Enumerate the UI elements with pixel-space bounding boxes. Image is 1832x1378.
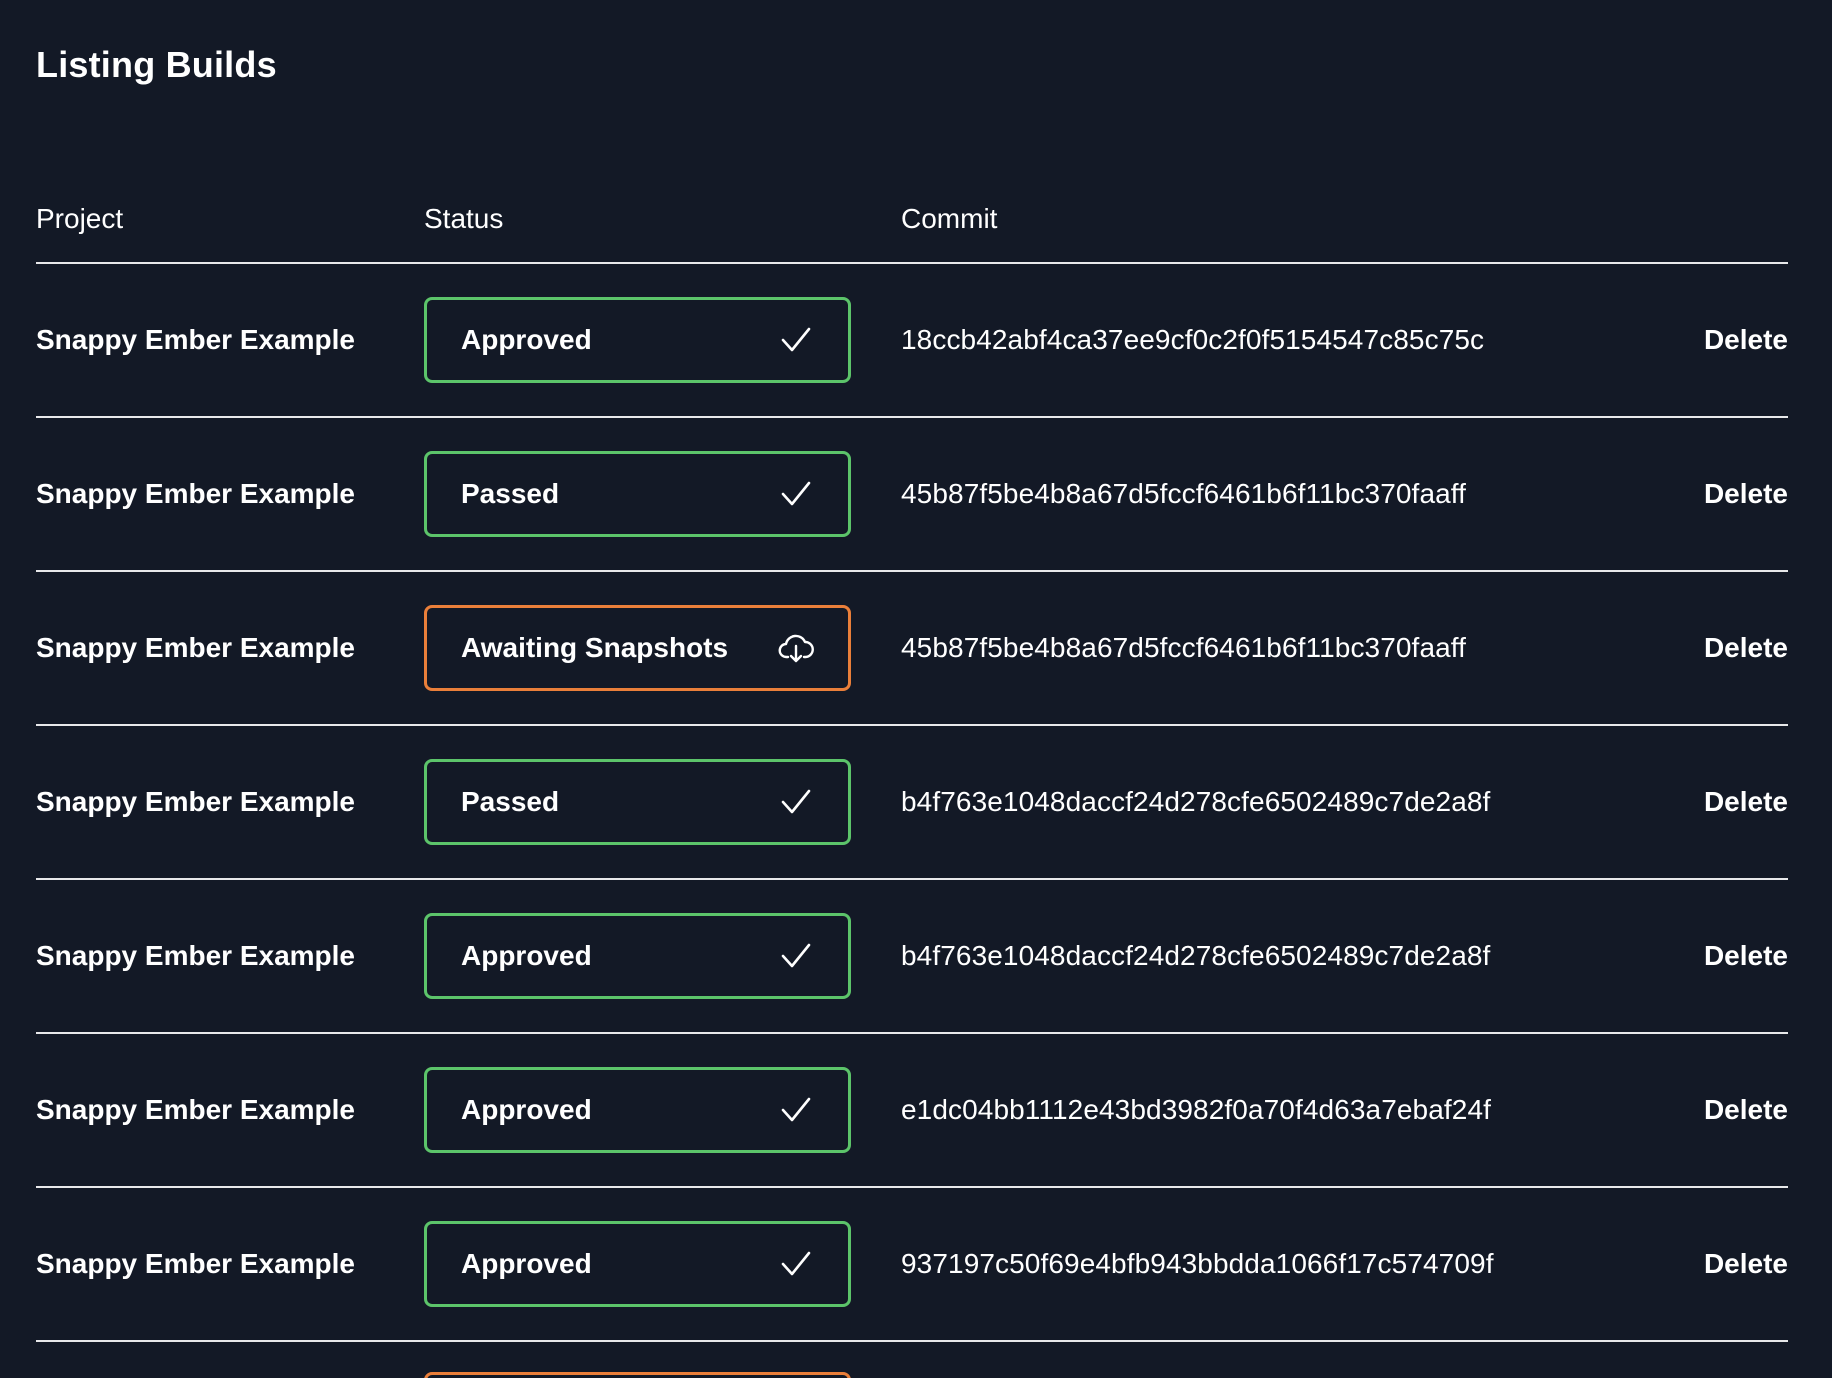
status-badge[interactable]: Awaiting Snapshots — [424, 605, 851, 691]
table-row: Snappy Ember Example Awaiting Snapshots … — [36, 572, 1788, 726]
project-name[interactable]: Snappy Ember Example — [36, 940, 355, 971]
table-row: Snappy Ember Example Passed 45b87f5be4b8… — [36, 418, 1788, 572]
status-label: Approved — [461, 940, 592, 971]
delete-button[interactable]: Delete — [1704, 324, 1788, 356]
project-name[interactable]: Snappy Ember Example — [36, 786, 355, 817]
status-label: Approved — [461, 1094, 592, 1125]
check-icon — [781, 1097, 811, 1122]
project-name[interactable]: Snappy Ember Example — [36, 1094, 355, 1125]
commit-hash[interactable]: 937197c50f69e4bfb943bbdda1066f17c574709f — [901, 1248, 1494, 1279]
table-row: Snappy Ember Example Approved 18ccb42abf… — [36, 264, 1788, 418]
delete-button[interactable]: Delete — [1704, 632, 1788, 664]
status-label: Approved — [461, 1248, 592, 1279]
table-row: Snappy Ember Example Approved b4f763e104… — [36, 880, 1788, 1034]
project-name[interactable]: Snappy Ember Example — [36, 632, 355, 663]
status-label: Passed — [461, 478, 560, 509]
commit-hash[interactable]: e1dc04bb1112e43bd3982f0a70f4d63a7ebaf24f — [901, 1094, 1491, 1125]
check-icon — [781, 789, 811, 814]
table-row: Snappy Ember Example Approved 937197c50f… — [36, 1188, 1788, 1342]
project-name[interactable]: Snappy Ember Example — [36, 1248, 355, 1279]
commit-hash[interactable]: b4f763e1048daccf24d278cfe6502489c7de2a8f — [901, 786, 1490, 817]
delete-button[interactable]: Delete — [1704, 1094, 1788, 1126]
builds-page: Listing Builds Project Status Commit Sna… — [0, 0, 1832, 1378]
project-name[interactable]: Snappy Ember Example — [36, 478, 355, 509]
status-badge[interactable]: Approved — [424, 1067, 851, 1153]
page-title: Listing Builds — [36, 44, 277, 85]
status-label: Awaiting Snapshots — [461, 632, 729, 663]
commit-hash[interactable]: 45b87f5be4b8a67d5fccf6461b6f11bc370faaff — [901, 632, 1466, 663]
header-status: Status — [424, 203, 504, 234]
commit-hash[interactable]: b4f763e1048daccf24d278cfe6502489c7de2a8f — [901, 940, 1490, 971]
status-badge[interactable]: Approved — [424, 1221, 851, 1307]
cloud-download-icon — [778, 634, 814, 663]
delete-button[interactable]: Delete — [1704, 1248, 1788, 1280]
status-badge[interactable]: Approved — [424, 297, 851, 383]
table-row-partial — [36, 1342, 1788, 1378]
check-icon — [781, 481, 811, 506]
table-body: Snappy Ember Example Approved 18ccb42abf… — [36, 264, 1788, 1378]
project-name[interactable]: Snappy Ember Example — [36, 324, 355, 355]
status-badge-partial[interactable] — [424, 1372, 851, 1378]
delete-button[interactable]: Delete — [1704, 786, 1788, 818]
header-commit: Commit — [901, 203, 998, 234]
status-label: Passed — [461, 786, 560, 817]
status-badge[interactable]: Approved — [424, 913, 851, 999]
status-label: Approved — [461, 324, 592, 355]
delete-button[interactable]: Delete — [1704, 940, 1788, 972]
table-header: Project Status Commit — [36, 176, 1788, 264]
status-badge[interactable]: Passed — [424, 759, 851, 845]
builds-table: Project Status Commit Snappy Ember Examp… — [36, 176, 1788, 1378]
header-project: Project — [36, 203, 124, 234]
check-icon — [781, 1251, 811, 1276]
status-badge[interactable]: Passed — [424, 451, 851, 537]
delete-button[interactable]: Delete — [1704, 478, 1788, 510]
commit-hash[interactable]: 18ccb42abf4ca37ee9cf0c2f0f5154547c85c75c — [901, 324, 1484, 355]
check-icon — [781, 327, 811, 352]
commit-hash[interactable]: 45b87f5be4b8a67d5fccf6461b6f11bc370faaff — [901, 478, 1466, 509]
table-row: Snappy Ember Example Approved e1dc04bb11… — [36, 1034, 1788, 1188]
table-row: Snappy Ember Example Passed b4f763e1048d… — [36, 726, 1788, 880]
check-icon — [781, 943, 811, 968]
